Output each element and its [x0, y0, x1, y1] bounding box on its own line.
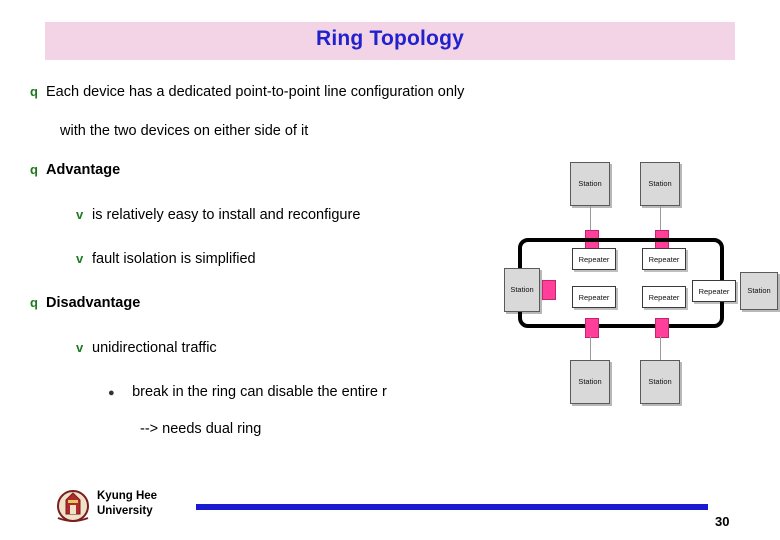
station-label: Station [578, 377, 602, 387]
bullet-advantage-item-2: v fault isolation is simplified [76, 251, 256, 267]
bullet-marker-square-icon: q [30, 84, 38, 99]
bullet-marker-square-icon: q [30, 162, 38, 177]
slide: Ring Topology q Each device has a dedicat… [0, 0, 780, 540]
bullet-1: q Each device has a dedicated point-to-po… [30, 84, 464, 100]
station-node: Station [740, 272, 778, 310]
bullet-marker-square-icon: q [30, 295, 38, 310]
bullet-1-text: Each device has a dedicated point-to-poi… [46, 84, 465, 100]
bullet-marker-dot-icon: ● [108, 387, 115, 399]
station-label: Station [648, 179, 672, 189]
repeater-label: Repeater [648, 254, 680, 264]
bullet-advantage-item-1-text: is relatively easy to install and reconf… [92, 207, 361, 223]
link-line [590, 336, 591, 360]
repeater-node: Repeater [572, 286, 616, 308]
footer-divider [196, 504, 708, 510]
link-line [590, 206, 591, 230]
repeater-label: Repeater [578, 254, 610, 264]
connector [585, 318, 599, 338]
connector [542, 280, 556, 300]
station-label: Station [510, 285, 534, 295]
footer-university-line1: Kyung Hee [97, 490, 158, 502]
repeater-label: Repeater [698, 286, 730, 296]
bullet-marker-diamond-icon: v [76, 207, 84, 222]
bullet-disadvantage: q Disadvantage [30, 295, 140, 311]
station-node: Station [570, 360, 610, 404]
bullet-dual-ring-note: --> needs dual ring [140, 421, 261, 437]
bullet-dual-ring-note-text: --> needs dual ring [140, 421, 262, 437]
bullet-disadvantage-item-1-text: unidirectional traffic [92, 340, 217, 356]
bullet-marker-diamond-icon: v [76, 340, 84, 355]
station-label: Station [578, 179, 602, 189]
bullet-advantage-item-1: v is relatively easy to install and recon… [76, 207, 360, 223]
station-label: Station [648, 377, 672, 387]
station-node: Station [640, 162, 680, 206]
bullet-1-continuation-text: with the two devices on either side of i… [60, 123, 309, 139]
page-title: Ring Topology [315, 27, 464, 50]
station-node: Station [504, 268, 540, 312]
ring-topology-diagram: Station Station Repeater Repeater Repeat… [492, 160, 780, 410]
station-label: Station [747, 286, 771, 296]
bullet-marker-diamond-icon: v [76, 251, 84, 266]
footer-university: Kyung Hee University [97, 489, 157, 519]
bullet-disadvantage-item-2: ● break in the ring can disable the enti… [108, 384, 387, 400]
link-line [660, 336, 661, 360]
university-crest-logo [57, 490, 89, 522]
bullet-advantage: q Advantage [30, 162, 120, 178]
bullet-advantage-item-2-text: fault isolation is simplified [92, 251, 256, 267]
station-node: Station [640, 360, 680, 404]
repeater-label: Repeater [648, 292, 680, 302]
repeater-label: Repeater [578, 292, 610, 302]
repeater-node: Repeater [642, 248, 686, 270]
bullet-advantage-text: Advantage [46, 162, 121, 178]
repeater-node: Repeater [642, 286, 686, 308]
footer-university-line2: University [97, 505, 153, 517]
connector [655, 318, 669, 338]
repeater-node: Repeater [692, 280, 736, 302]
bullet-disadvantage-item-2-text: break in the ring can disable the entire… [132, 384, 387, 400]
station-node: Station [570, 162, 610, 206]
page-number: 30 [715, 514, 730, 529]
bullet-disadvantage-text: Disadvantage [46, 295, 141, 311]
bullet-disadvantage-item-1: v unidirectional traffic [76, 340, 217, 356]
link-line [660, 206, 661, 230]
bullet-1-continuation: with the two devices on either side of i… [60, 123, 308, 139]
repeater-node: Repeater [572, 248, 616, 270]
